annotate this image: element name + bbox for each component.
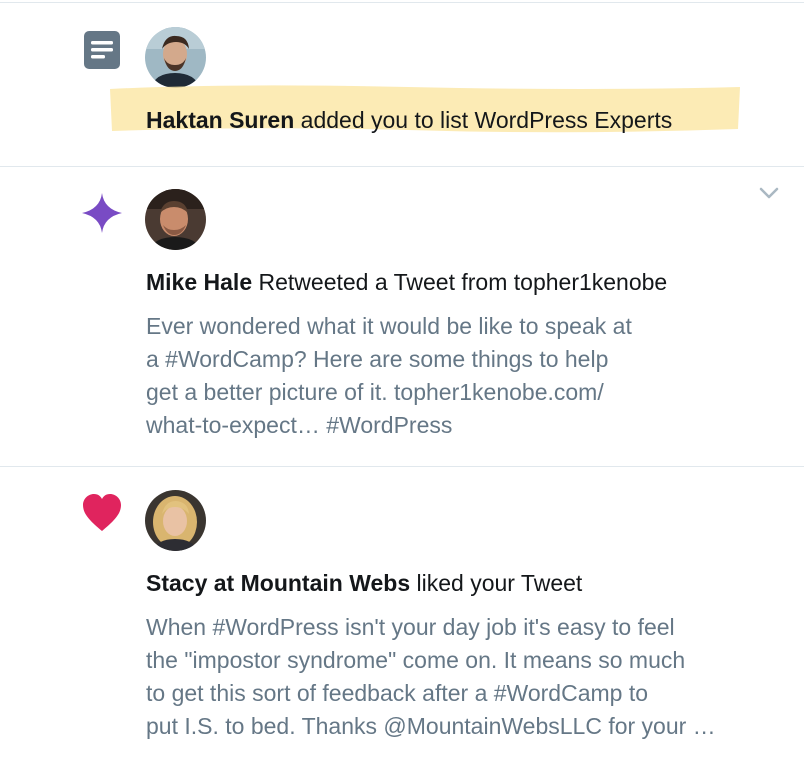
avatar[interactable] [145,27,206,88]
tweet-line: the "impostor syndrome" come on. It mean… [146,647,686,673]
actor-name[interactable]: Stacy at Mountain Webs [146,570,410,596]
action-text: liked your Tweet [410,570,583,596]
tweet-line: to get this sort of feedback after a #Wo… [146,680,649,706]
list-icon [80,29,124,73]
tweet-text[interactable]: When #WordPress isn't your day job it's … [146,611,786,743]
action-text: added you to list WordPress Experts [294,107,673,133]
sparkle-icon [80,191,124,235]
chevron-down-icon[interactable] [756,180,782,206]
tweet-line: a #WordCamp? Here are some things to hel… [146,346,609,372]
notifications-feed: Haktan Suren added you to list WordPress… [0,0,804,762]
tweet-line: put I.S. to bed. Thanks @MountainWebsLLC… [146,713,716,739]
notification-headline: Stacy at Mountain Webs liked your Tweet [146,568,582,598]
notification-retweet[interactable]: Mike Hale Retweeted a Tweet from topher1… [0,166,804,467]
tweet-line: Ever wondered what it would be like to s… [146,313,632,339]
tweet-line: get a better picture of it. topher1kenob… [146,379,604,405]
avatar[interactable] [145,490,206,551]
tweet-line: what-to-expect… #WordPress [146,412,453,438]
notification-like[interactable]: Stacy at Mountain Webs liked your Tweet … [0,467,804,762]
actor-name[interactable]: Haktan Suren [146,107,294,133]
notification-headline: Haktan Suren added you to list WordPress… [146,105,672,135]
notification-list-added[interactable]: Haktan Suren added you to list WordPress… [0,3,804,167]
tweet-text[interactable]: Ever wondered what it would be like to s… [146,310,786,442]
actor-name[interactable]: Mike Hale [146,269,252,295]
tweet-line: When #WordPress isn't your day job it's … [146,614,675,640]
notification-headline: Mike Hale Retweeted a Tweet from topher1… [146,267,667,297]
avatar[interactable] [145,189,206,250]
action-text: Retweeted a Tweet from topher1kenobe [252,269,668,295]
heart-icon [80,491,124,535]
